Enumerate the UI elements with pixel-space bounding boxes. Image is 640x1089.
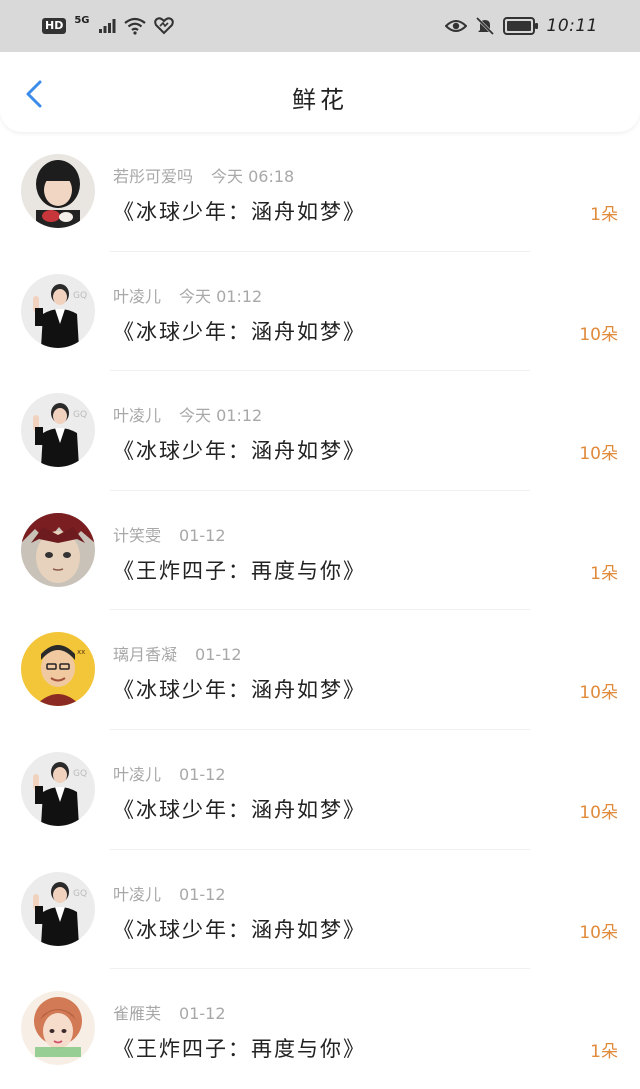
man-in-suit-avatar[interactable]: GQ: [21, 393, 95, 468]
svg-text:GQ: GQ: [73, 889, 87, 899]
timestamp: 今天 01:12: [179, 406, 263, 426]
username[interactable]: 叶凌儿: [113, 885, 161, 904]
status-bar-left: HD 5G: [42, 14, 174, 35]
book-title[interactable]: 《冰球少年：涵舟如梦》: [113, 196, 366, 226]
svg-text:GQ: GQ: [73, 291, 87, 301]
man-in-suit-avatar[interactable]: GQ: [21, 871, 95, 946]
book-title[interactable]: 《冰球少年：涵舟如梦》: [113, 794, 366, 824]
username[interactable]: 计笑雯: [113, 526, 161, 545]
flower-count: 10朵: [579, 444, 618, 465]
meta-line: 叶凌儿 01-12: [113, 761, 226, 785]
flower-count: 10朵: [579, 922, 618, 943]
username[interactable]: 叶凌儿: [113, 765, 161, 784]
meta-line: 计笑雯 01-12: [113, 522, 226, 546]
man-in-suit-avatar[interactable]: GQ: [21, 751, 95, 826]
battery-icon: [502, 17, 538, 35]
meta-line: 叶凌儿 01-12: [113, 881, 226, 905]
wifi-icon: [123, 17, 146, 35]
heart-icon: [153, 17, 174, 35]
clock: 10:11: [546, 16, 598, 36]
girl-avatar[interactable]: [21, 154, 95, 228]
status-bar-right: 10:11: [444, 16, 599, 36]
timestamp: 今天 01:12: [179, 286, 263, 306]
flower-count: 10朵: [579, 683, 618, 704]
book-title[interactable]: 《冰球少年：涵舟如梦》: [113, 316, 366, 346]
man-in-suit-avatar[interactable]: GQ: [21, 273, 95, 348]
timestamp: 01-12: [179, 764, 226, 784]
timestamp: 01-12: [195, 645, 242, 665]
eye-icon: [444, 20, 467, 32]
timestamp: 01-12: [179, 525, 226, 545]
timestamp: 今天 06:18: [211, 167, 295, 186]
flower-count: 1朵: [590, 563, 618, 584]
book-title[interactable]: 《冰球少年：涵舟如梦》: [113, 914, 366, 944]
flower-count: 1朵: [590, 205, 618, 225]
list-item[interactable]: GQ 叶凌儿 01-12 《冰球少年：涵舟如梦》 10朵: [0, 730, 640, 850]
timestamp: 01-12: [179, 884, 226, 904]
book-title[interactable]: 《王炸四子：再度与你》: [113, 555, 366, 585]
meta-line: 叶凌儿 今天 01:12: [113, 402, 262, 426]
list-item[interactable]: 计笑雯 01-12 《王炸四子：再度与你》 1朵: [0, 491, 640, 611]
username[interactable]: 璃月香凝: [113, 645, 177, 664]
mute-icon: [475, 16, 494, 36]
signal-icon: [98, 19, 116, 33]
timestamp: 01-12: [179, 1004, 226, 1024]
list-item[interactable]: GQ 叶凌儿 今天 01:12 《冰球少年：涵舟如梦》 10朵: [0, 252, 640, 372]
book-title[interactable]: 《冰球少年：涵舟如梦》: [113, 435, 366, 465]
flower-count: 10朵: [579, 324, 618, 345]
book-title[interactable]: 《冰球少年：涵舟如梦》: [113, 674, 366, 704]
svg-text:GQ: GQ: [73, 769, 87, 779]
meta-line: 雀雁芙 01-12: [113, 1000, 226, 1024]
anime-boy-avatar[interactable]: [21, 512, 95, 587]
meta-line: 叶凌儿 今天 01:12: [113, 283, 262, 307]
flower-count: 1朵: [590, 1042, 618, 1063]
list-item[interactable]: 若彤可爱吗 今天 06:18 《冰球少年：涵舟如梦》 1朵: [0, 132, 640, 252]
svg-text:GQ: GQ: [73, 410, 87, 420]
username[interactable]: 叶凌儿: [113, 287, 161, 306]
username[interactable]: 雀雁芙: [113, 1004, 161, 1023]
girl-illustration-avatar[interactable]: [21, 991, 95, 1066]
meta-line: 璃月香凝 01-12: [113, 641, 242, 665]
page-header: 鲜花: [0, 52, 640, 132]
meta-line: 若彤可爱吗 今天 06:18: [113, 163, 294, 187]
hd-badge: HD: [42, 18, 67, 34]
cartoon-man-avatar[interactable]: xx: [21, 632, 95, 707]
svg-text:xx: xx: [77, 648, 85, 656]
page-title: 鲜花: [292, 86, 348, 114]
list-item[interactable]: xx 璃月香凝 01-12 《冰球少年：涵舟如梦》 10朵: [0, 610, 640, 730]
list-item[interactable]: GQ 叶凌儿 01-12 《冰球少年：涵舟如梦》 10朵: [0, 850, 640, 970]
flower-count: 10朵: [579, 802, 618, 823]
status-bar: HD 5G 10:11: [0, 0, 640, 52]
flower-record-list: 若彤可爱吗 今天 06:18 《冰球少年：涵舟如梦》 1朵 GQ 叶凌儿 今天 01…: [0, 132, 640, 1089]
username[interactable]: 若彤可爱吗: [113, 167, 193, 186]
username[interactable]: 叶凌儿: [113, 406, 161, 425]
list-item[interactable]: 雀雁芙 01-12 《王炸四子：再度与你》 1朵: [0, 969, 640, 1089]
network-type: 5G: [74, 14, 90, 26]
list-item[interactable]: GQ 叶凌儿 今天 01:12 《冰球少年：涵舟如梦》 10朵: [0, 371, 640, 491]
book-title[interactable]: 《王炸四子：再度与你》: [113, 1033, 366, 1063]
